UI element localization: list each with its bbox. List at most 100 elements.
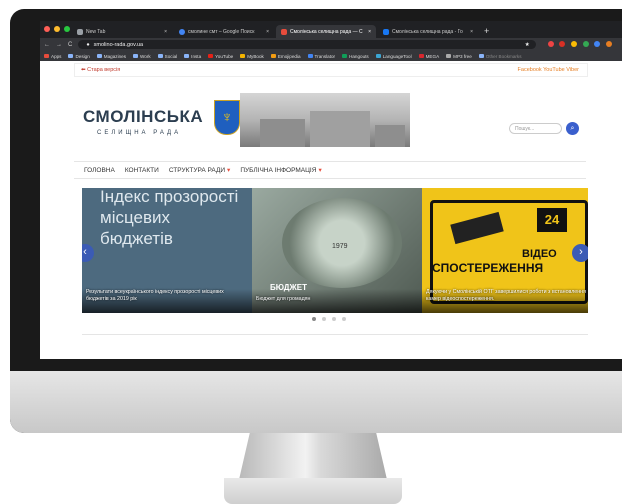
- tab-smolino-rada[interactable]: Смолінська селищна рада — С ×: [276, 25, 376, 38]
- close-tab-icon[interactable]: ×: [470, 29, 473, 35]
- slide-line2: СПОСТЕРЕЖЕННЯ: [432, 261, 544, 275]
- slide-big-text: Індекс прозорості місцевих бюджетів: [100, 188, 239, 248]
- bookmark-translator[interactable]: Translator: [307, 54, 335, 59]
- tab-new[interactable]: New Tab ×: [72, 25, 172, 38]
- bookmark-label: MyBook: [247, 53, 264, 59]
- avatar[interactable]: [606, 40, 612, 47]
- extension-icon[interactable]: [570, 40, 577, 47]
- pager-dot[interactable]: [322, 317, 326, 321]
- search-input[interactable]: Пошук...: [509, 123, 562, 134]
- apps-icon: [44, 54, 49, 59]
- extension-icon[interactable]: [582, 40, 589, 47]
- search-icon: ⌕: [570, 125, 575, 132]
- carousel-pager: [312, 317, 346, 321]
- nav-public-info-label: ПУБЛІЧНА ІНФОРМАЦІЯ: [240, 167, 317, 174]
- monitor-chin: [10, 371, 622, 433]
- bookmark-label: Insta: [191, 53, 202, 59]
- tab-label: смолине смт – Google Поиск: [188, 28, 255, 35]
- site-subtitle: СЕЛИЩНА РАДА: [97, 130, 182, 136]
- search-button[interactable]: ⌕: [566, 122, 579, 135]
- web-page: ⬅ Стара версія Facebook YouTube Viber СМ…: [40, 61, 622, 359]
- coat-of-arms-icon: ♆: [214, 100, 240, 135]
- tab-favicon-icon: [77, 28, 83, 35]
- slide-caption: Результати всеукраїнського індексу прозо…: [86, 289, 224, 302]
- bookmark-insta[interactable]: Insta: [184, 54, 201, 59]
- bookmark-hangouts[interactable]: Hangouts: [342, 54, 369, 59]
- bookmark-youtube[interactable]: YouTube: [208, 54, 233, 59]
- slide-caption: Дякуючи у Смолінській ОТГ завершилися ро…: [426, 289, 586, 302]
- chevron-down-icon: ▾: [227, 167, 231, 174]
- old-version-link[interactable]: ⬅ Стара версія: [81, 67, 120, 73]
- extension-icon[interactable]: [547, 40, 554, 47]
- nav-home[interactable]: ГОЛОВНА: [84, 167, 115, 174]
- main-nav: ГОЛОВНА КОНТАКТИ СТРУКТУРА РАДИ ▾ ПУБЛІЧН…: [74, 161, 586, 179]
- extension-icon[interactable]: [594, 40, 601, 47]
- new-tab-button[interactable]: +: [484, 26, 489, 36]
- tab-facebook[interactable]: Смолінська селищна рада - Го ×: [378, 25, 478, 38]
- zoom-window-button[interactable]: [64, 26, 70, 32]
- lock-icon: ●: [86, 41, 90, 48]
- site-title[interactable]: СМОЛІНСЬКА: [83, 107, 203, 127]
- bookmark-mybook[interactable]: MyBook: [240, 54, 264, 59]
- folder-icon: [478, 54, 484, 59]
- tab-google-search[interactable]: смолине смт – Google Поиск ×: [174, 25, 274, 38]
- tab-label: Смолінська селищна рада — С: [290, 28, 363, 35]
- bookmark-label: Other Bookmarks: [485, 53, 522, 59]
- bookmark-other[interactable]: Other Bookmarks: [478, 53, 522, 59]
- bookmark-magazines[interactable]: Magazines: [96, 54, 126, 59]
- bookmark-emojipedia[interactable]: Emojipedia: [270, 54, 301, 59]
- close-tab-icon[interactable]: ×: [266, 29, 269, 35]
- nav-public-info[interactable]: ПУБЛІЧНА ІНФОРМАЦІЯ ▾: [240, 166, 321, 174]
- header-photo: [240, 93, 410, 147]
- nav-structure[interactable]: СТРУКТУРА РАДИ ▾: [169, 166, 231, 174]
- close-tab-icon[interactable]: ×: [368, 29, 371, 35]
- nav-contacts[interactable]: КОНТАКТИ: [125, 167, 159, 174]
- reload-icon[interactable]: C: [68, 42, 72, 48]
- carousel-next-button[interactable]: ›: [572, 244, 588, 262]
- extensions-tray: [547, 40, 616, 49]
- star-icon[interactable]: ★: [525, 42, 530, 48]
- back-icon[interactable]: ←: [44, 42, 50, 48]
- old-version-label: Стара версія: [87, 67, 121, 73]
- extension-icon[interactable]: [559, 40, 566, 47]
- bookmark-work[interactable]: Work: [133, 54, 151, 59]
- google-icon: [179, 28, 185, 35]
- url-input[interactable]: ● smolino-rada.gov.ua ★: [78, 40, 536, 49]
- close-window-button[interactable]: [44, 26, 50, 32]
- bookmark-label: Social: [164, 53, 178, 59]
- top-strip: ⬅ Стара версія Facebook YouTube Viber: [74, 63, 588, 77]
- slide-transparency[interactable]: Індекс прозорості місцевих бюджетів Резу…: [82, 188, 252, 313]
- slide-heading: БЮДЖЕТ: [270, 283, 307, 292]
- social-links[interactable]: Facebook YouTube Viber: [518, 67, 579, 73]
- bookmark-mp3[interactable]: MP3 free: [446, 54, 472, 59]
- slide-badge: 24: [537, 208, 567, 232]
- bookmark-label: Design: [75, 53, 90, 59]
- minimize-window-button[interactable]: [54, 26, 60, 32]
- emoji-icon: [270, 54, 276, 59]
- bookmark-mega[interactable]: MEGA: [418, 54, 439, 59]
- pager-dot[interactable]: [312, 317, 316, 321]
- bookmark-label: Hangouts: [349, 53, 369, 59]
- folder-icon: [133, 54, 139, 59]
- forward-icon[interactable]: →: [56, 42, 62, 48]
- book-icon: [240, 54, 246, 59]
- chevron-down-icon: ▾: [318, 167, 322, 174]
- slide-cameras[interactable]: 24 ВІДЕО СПОСТЕРЕЖЕННЯ Дякуючи у Смолінс…: [422, 188, 588, 313]
- music-icon: [446, 54, 452, 59]
- slide-line1: ВІДЕО: [522, 248, 557, 260]
- bookmark-label: Work: [140, 53, 151, 59]
- bookmark-languagetool[interactable]: LanguageTool: [375, 54, 412, 59]
- window-controls: [44, 26, 70, 32]
- tab-label: Смолінська селищна рада - Го: [392, 28, 463, 35]
- pager-dot[interactable]: [342, 317, 346, 321]
- bookmark-social[interactable]: Social: [157, 53, 178, 59]
- monitor: New Tab × смолине смт – Google Поиск × С…: [10, 9, 622, 433]
- slide-budget[interactable]: 1979 БЮДЖЕТ Бюджет для громадян: [252, 188, 422, 313]
- url-text: smolino-rada.gov.ua: [93, 41, 144, 48]
- pager-dot[interactable]: [332, 317, 336, 321]
- bookmark-apps[interactable]: Apps: [44, 54, 61, 59]
- bookmark-label: YouTube: [215, 53, 234, 59]
- close-tab-icon[interactable]: ×: [164, 29, 167, 35]
- news-carousel: Індекс прозорості місцевих бюджетів Резу…: [82, 188, 588, 313]
- bookmark-design[interactable]: Design: [68, 53, 90, 59]
